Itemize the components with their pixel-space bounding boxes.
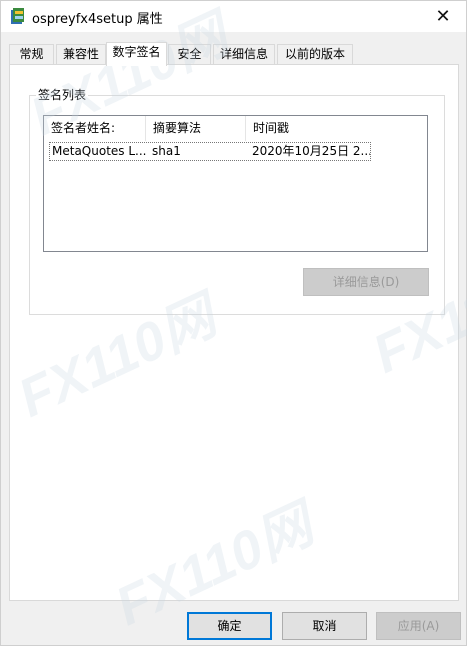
cell-signer: MetaQuotes L... [52,144,146,158]
signature-list-title: 签名列表 [36,88,89,102]
tab-digital-signatures[interactable]: 数字签名 [106,42,167,66]
cancel-button[interactable]: 取消 [282,612,367,640]
tab-details[interactable]: 详细信息 [213,44,275,65]
column-header-digest[interactable]: 摘要算法 [146,116,246,141]
tab-previous-versions[interactable]: 以前的版本 [277,44,353,65]
title-bar[interactable]: ospreyfx4setup 属性 ✕ [1,1,466,32]
tab-security[interactable]: 安全 [168,44,211,65]
close-button[interactable]: ✕ [420,1,466,32]
cell-timestamp: 2020年10月25日 2... [252,144,370,158]
signature-list-group: 签名列表 签名者姓名: 摘要算法 时间戳 MetaQuotes L... sha… [29,88,445,315]
properties-window: ospreyfx4setup 属性 ✕ 常规 兼容性 数字签名 安全 详细信息 … [0,0,467,646]
list-header: 签名者姓名: 摘要算法 时间戳 [44,116,427,141]
ok-button[interactable]: 确定 [187,612,272,640]
column-header-timestamp[interactable]: 时间戳 [246,116,427,141]
close-icon: ✕ [435,6,451,27]
digital-signatures-panel: 签名列表 签名者姓名: 摘要算法 时间戳 MetaQuotes L... sha… [9,64,459,601]
tab-general[interactable]: 常规 [9,44,54,65]
details-button[interactable]: 详细信息(D) [303,268,429,296]
cell-digest: sha1 [152,144,181,158]
window-title: ospreyfx4setup 属性 [32,12,163,27]
tab-strip: 常规 兼容性 数字签名 安全 详细信息 以前的版本 [9,42,459,66]
signature-list[interactable]: 签名者姓名: 摘要算法 时间戳 MetaQuotes L... sha1 202… [43,115,428,252]
tab-compatibility[interactable]: 兼容性 [56,44,106,65]
apply-button[interactable]: 应用(A) [376,612,461,640]
installer-app-icon [10,7,26,25]
signature-row[interactable]: MetaQuotes L... sha1 2020年10月25日 2... [49,142,371,161]
column-header-signer[interactable]: 签名者姓名: [44,116,146,141]
